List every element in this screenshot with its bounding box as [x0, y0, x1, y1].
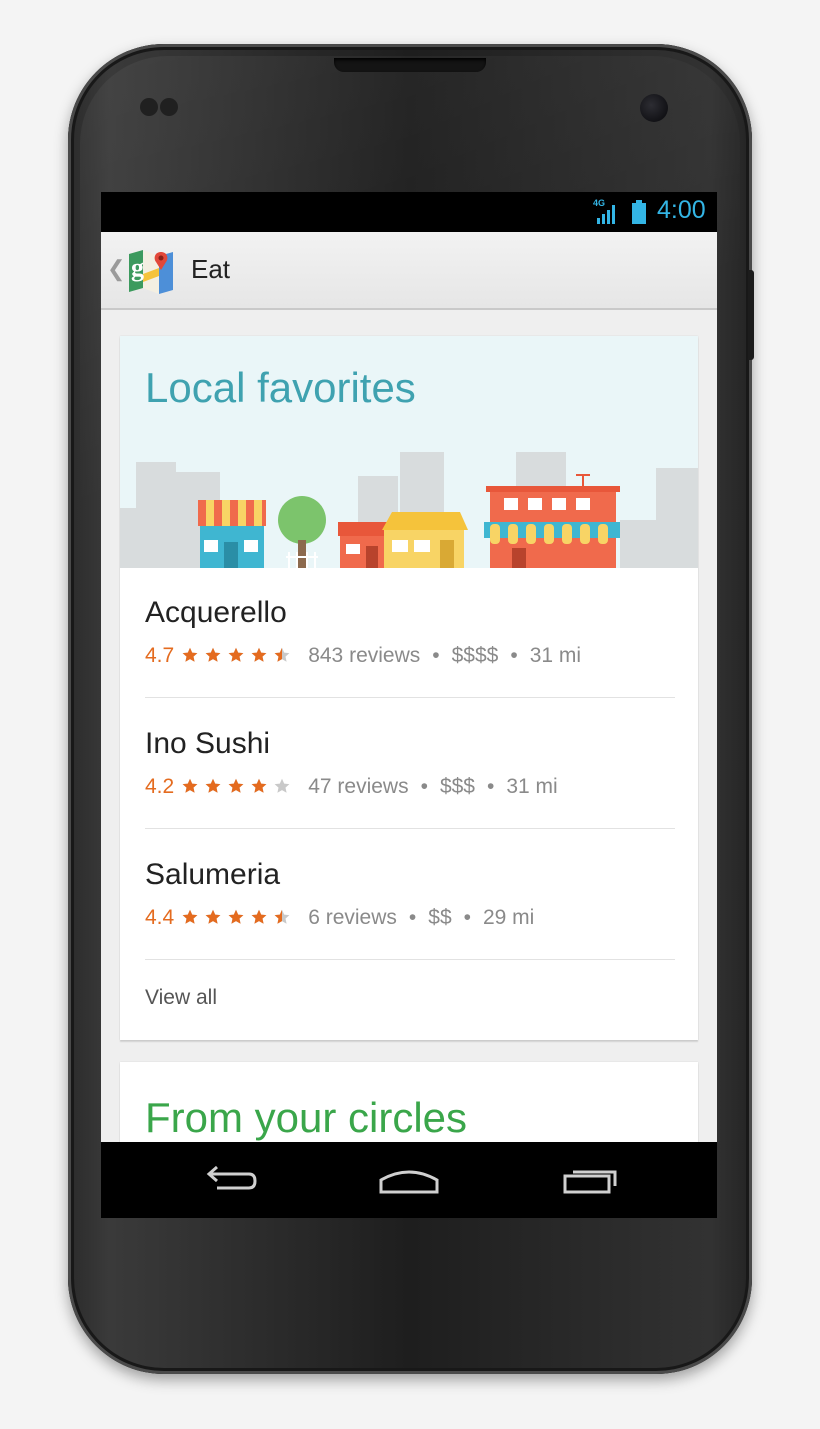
place-rating: 4.7: [145, 644, 175, 667]
place-meta: 4.2 47 reviews • $$$ • 31 mi: [145, 775, 558, 801]
row-divider: [145, 959, 675, 960]
star-icon: [274, 909, 290, 924]
svg-text:g: g: [131, 253, 144, 282]
rating-stars: [182, 646, 294, 670]
star-icon: [205, 778, 221, 793]
home-icon[interactable]: [377, 1160, 441, 1200]
star-icon: [182, 778, 198, 793]
signal-icon: [597, 205, 615, 224]
local-favorites-card: Local favorites Acquerello 4.7 843 revie…: [120, 336, 698, 1040]
separator-dot: •: [408, 906, 417, 929]
price-level: $$$$: [451, 644, 499, 667]
row-divider: [145, 697, 675, 698]
review-count: 6 reviews: [308, 906, 397, 929]
separator-dot: •: [510, 644, 518, 667]
recent-apps-icon[interactable]: [559, 1160, 623, 1200]
review-count: 843 reviews: [308, 644, 421, 667]
storefront-illustration: [120, 452, 698, 568]
up-caret-icon[interactable]: ❮: [107, 256, 125, 282]
star-icon: [182, 647, 198, 662]
place-rating: 4.2: [145, 775, 175, 798]
local-favorites-header: Local favorites: [120, 336, 698, 568]
list-item[interactable]: Acquerello 4.7 843 reviews • $$$$ • 31 mi: [120, 568, 698, 698]
navigation-bar: [101, 1142, 717, 1218]
star-icon: [182, 909, 198, 924]
proximity-sensor: [140, 98, 158, 116]
row-divider: [145, 828, 675, 829]
light-sensor: [160, 98, 178, 116]
star-icon: [251, 647, 267, 662]
separator-dot: •: [463, 906, 471, 929]
review-count: 47 reviews: [308, 775, 409, 798]
from-circles-title: From your circles: [145, 1094, 468, 1141]
distance: 31 mi: [529, 644, 582, 667]
local-favorites-title: Local favorites: [145, 364, 416, 411]
star-icon: [205, 647, 221, 662]
action-bar-title: Eat: [191, 254, 231, 284]
star-icon: [274, 778, 290, 793]
earpiece-speaker: [334, 58, 486, 72]
star-icon: [228, 647, 244, 662]
star-icon: [274, 647, 290, 662]
list-item[interactable]: Salumeria 4.4 6 reviews • $$ • 29 mi: [120, 830, 698, 960]
from-circles-card[interactable]: From your circles: [120, 1062, 698, 1142]
place-name: Acquerello: [145, 596, 287, 629]
separator-dot: •: [432, 644, 440, 667]
separator-dot: •: [487, 775, 495, 798]
star-icon: [228, 909, 244, 924]
power-button[interactable]: [748, 270, 754, 360]
distance: 31 mi: [506, 775, 558, 798]
list-item[interactable]: Ino Sushi 4.2 47 reviews • $$$ • 31 mi: [120, 699, 698, 829]
place-name: Ino Sushi: [145, 727, 271, 760]
star-icon: [228, 778, 244, 793]
screen: 4G 4:00 ❮ g Eat Local favorites Acquerel…: [101, 192, 717, 1218]
action-bar: ❮ g Eat: [101, 232, 717, 310]
clock: 4:00: [657, 196, 706, 224]
star-icon: [251, 778, 267, 793]
star-icon: [205, 909, 221, 924]
distance: 29 mi: [482, 906, 535, 929]
rating-stars: [182, 777, 294, 801]
rating-stars: [182, 908, 294, 932]
view-all-link[interactable]: View all: [145, 986, 217, 1010]
star-icon: [251, 909, 267, 924]
front-camera: [640, 94, 668, 122]
separator-dot: •: [420, 775, 428, 798]
price-level: $$: [428, 906, 452, 929]
back-icon[interactable]: [197, 1160, 261, 1200]
price-level: $$$: [439, 775, 475, 798]
place-name: Salumeria: [145, 858, 281, 891]
content-list[interactable]: Local favorites Acquerello 4.7 843 revie…: [101, 310, 717, 1142]
place-rating: 4.4: [145, 906, 175, 929]
status-bar: 4G 4:00: [101, 192, 717, 232]
battery-icon: [632, 200, 646, 224]
place-meta: 4.4 6 reviews • $$ • 29 mi: [145, 906, 534, 932]
google-maps-icon[interactable]: g: [127, 246, 175, 294]
place-meta: 4.7 843 reviews • $$$$ • 31 mi: [145, 644, 581, 670]
